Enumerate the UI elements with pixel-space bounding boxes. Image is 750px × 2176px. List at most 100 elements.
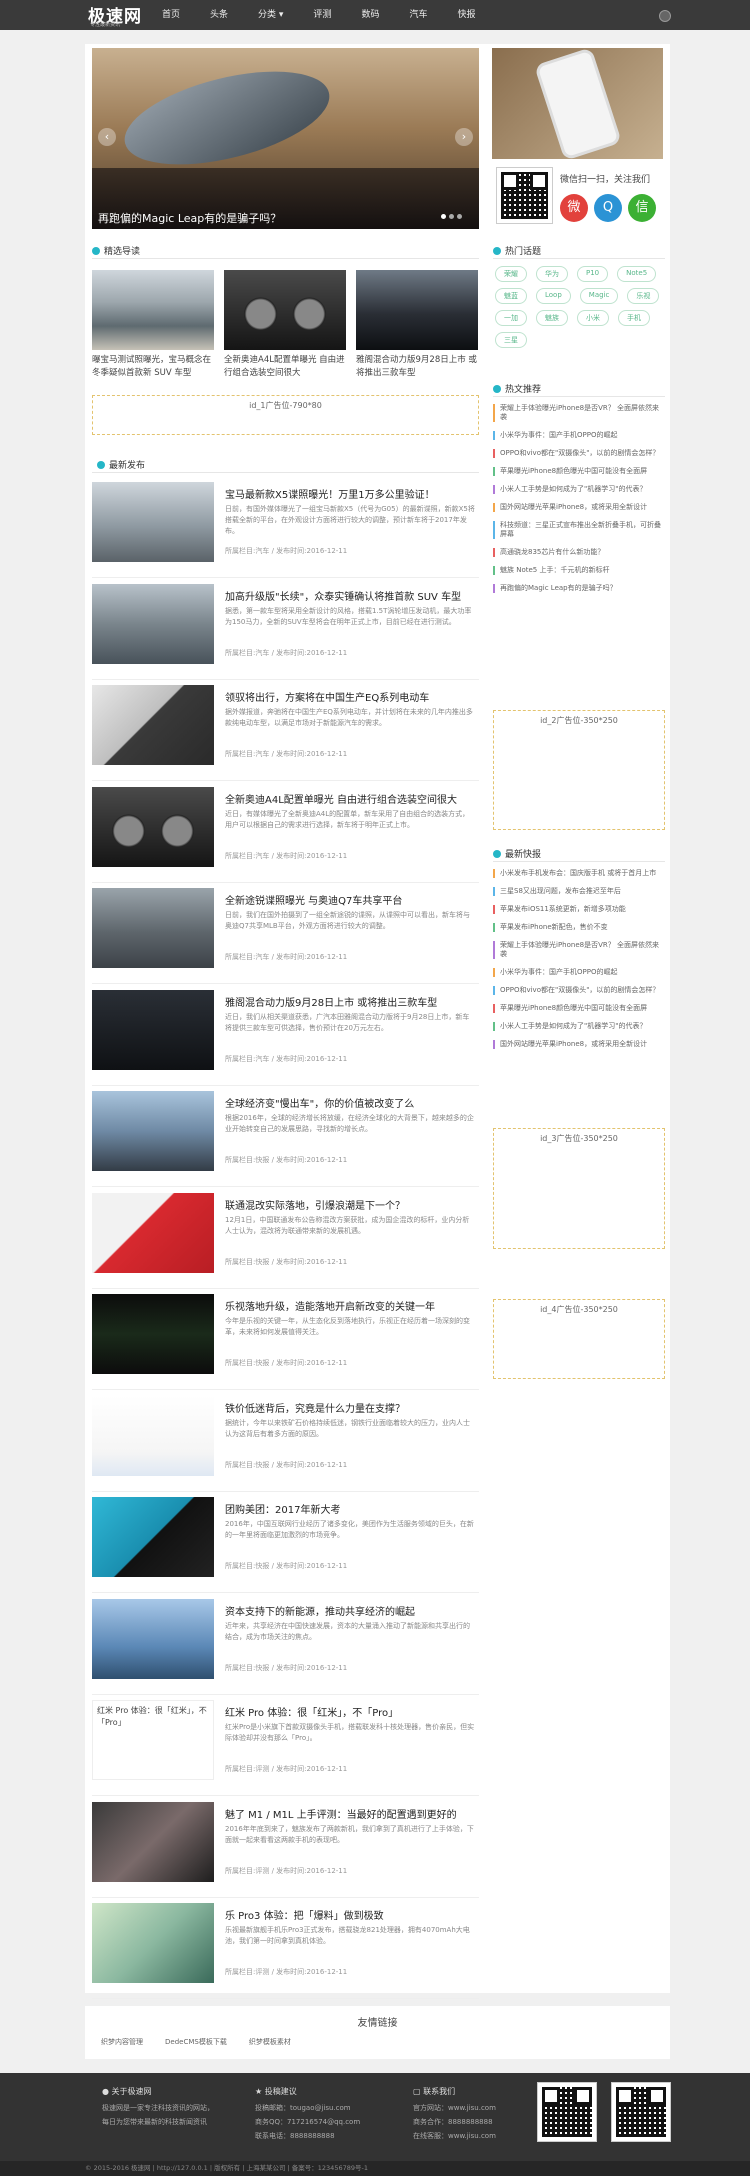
friend-link[interactable]: DedeCMS模板下载	[165, 2037, 227, 2047]
sidebar-link[interactable]: 苹果曝光iPhone8颜色曝光中国可能没有全面屏	[493, 467, 665, 476]
article-title[interactable]: 全新途锐谍照曝光 与奥迪Q7车共享平台	[225, 892, 475, 907]
nav-auto[interactable]: 汽车	[409, 0, 427, 30]
article-title[interactable]: 全球经济变"慢出车"，你的价值被改变了么	[225, 1095, 475, 1110]
sidebar-link[interactable]: 小米华为事件：国产手机OPPO的崛起	[493, 968, 665, 977]
article-title[interactable]: 领驭将出行，方案将在中国生产EQ系列电动车	[225, 689, 475, 704]
article-thumbnail[interactable]	[92, 583, 214, 664]
article-item[interactable]: 团购美团：2017年新大考 2016年，中国互联网行业经历了诸多变化，美团作为生活…	[92, 1497, 479, 1595]
article-item[interactable]: 乐 Pro3 体验：把「爆料」做到极致 乐视最新旗舰手机乐Pro3正式发布，搭载骁…	[92, 1903, 479, 2001]
sidebar-link[interactable]: 再跑偏的Magic Leap有的是骗子吗？	[493, 584, 665, 593]
article-item[interactable]: 乐视落地升级，造能落地开启新改变的关键一年 今年是乐视的关键一年，从生态化反到落地…	[92, 1294, 479, 1392]
nav-flash[interactable]: 快报	[457, 0, 475, 30]
article-title[interactable]: 加高升级版"长续"，众泰实锤确认将推首款 SUV 车型	[225, 588, 475, 603]
article-thumbnail[interactable]	[92, 786, 214, 867]
article-title[interactable]: 团购美团：2017年新大考	[225, 1501, 475, 1516]
tag-chip[interactable]: 手机	[618, 310, 650, 326]
article-thumbnail[interactable]: 红米 Pro 体验：很「红米」，不「Pro」	[92, 1700, 214, 1780]
article-thumbnail[interactable]	[92, 888, 214, 968]
sidebar-link[interactable]: 小米人工手势是如何成为了"机器学习"的代表？	[493, 485, 665, 494]
tag-chip[interactable]: 乐视	[627, 288, 660, 304]
sidebar-link[interactable]: OPPO和vivo都在"双摄像头"，以前的剧情会怎样？	[493, 986, 665, 995]
pick-card[interactable]: 全新奥迪A4L配置单曝光 自由进行组合选装空间很大	[224, 270, 346, 380]
article-title[interactable]: 铁价低迷背后，究竟是什么力量在支撑？	[225, 1400, 475, 1415]
tag-chip[interactable]: P10	[577, 266, 609, 282]
article-thumbnail[interactable]	[92, 685, 214, 765]
article-title[interactable]: 乐视落地升级，造能落地开启新改变的关键一年	[225, 1298, 475, 1313]
article-title[interactable]: 联通混改实际落地，引爆浪潮是下一个？	[225, 1197, 475, 1212]
tag-chip[interactable]: 三星	[495, 332, 527, 348]
article-item[interactable]: 联通混改实际落地，引爆浪潮是下一个？ 12月1日，中国联通发布公告称混改方案获批，…	[92, 1192, 479, 1291]
article-item[interactable]: 全球经济变"慢出车"，你的价值被改变了么 根据2016年，全球的经济增长将放缓，在…	[92, 1091, 479, 1189]
tag-chip[interactable]: Magic	[579, 288, 619, 304]
article-item[interactable]: 铁价低迷背后，究竟是什么力量在支撑？ 据统计，今年以来铁矿石价格持续低迷，钢铁行业…	[92, 1395, 479, 1494]
article-thumbnail[interactable]	[92, 1497, 214, 1577]
tag-chip[interactable]: Loop	[536, 288, 571, 304]
article-title[interactable]: 魅了 M1 / M1L 上手评测：当最好的配置遇到更好的	[225, 1806, 475, 1821]
wechat-icon[interactable]: 信	[628, 194, 656, 222]
article-thumbnail[interactable]	[92, 1598, 214, 1679]
sidebar-link[interactable]: 科技频道：三星正式宣布推出全新折叠手机，可折叠屏幕	[493, 521, 665, 539]
article-title[interactable]: 乐 Pro3 体验：把「爆料」做到极致	[225, 1907, 475, 1922]
ad-slot-side-1[interactable]: id_2广告位-350*250	[493, 710, 665, 830]
pick-title[interactable]: 全新奥迪A4L配置单曝光 自由进行组合选装空间很大	[224, 354, 346, 380]
article-title[interactable]: 雅阁混合动力版9月28日上市 或将推出三款车型	[225, 994, 475, 1009]
slider-dot[interactable]	[457, 214, 462, 219]
sidebar-link[interactable]: 国外网站曝光苹果iPhone8，或将采用全新设计	[493, 1040, 665, 1049]
ad-slot-side-4[interactable]: id_4广告位-350*250	[493, 1299, 665, 1379]
sidebar-phone-ad[interactable]	[492, 48, 663, 159]
weibo-icon[interactable]: 微	[560, 194, 588, 222]
article-item[interactable]: 全新奥迪A4L配置单曝光 自由进行组合选装空间很大 近日，有媒体曝光了全新奥迪A4…	[92, 786, 479, 885]
slider-dot[interactable]	[441, 214, 446, 219]
sidebar-link[interactable]: 国外网站曝光苹果iPhone8，或将采用全新设计	[493, 503, 665, 512]
tag-chip[interactable]: 华为	[536, 266, 568, 282]
article-thumbnail[interactable]	[92, 989, 214, 1070]
article-title[interactable]: 资本支持下的新能源，推动共享经济的崛起	[225, 1603, 475, 1618]
slider-prev-arrow-icon[interactable]: ‹	[98, 128, 116, 146]
article-item[interactable]: 加高升级版"长续"，众泰实锤确认将推首款 SUV 车型 据悉，第一款车型将采用全新…	[92, 583, 479, 682]
tag-chip[interactable]: 荣耀	[495, 266, 527, 282]
tag-chip[interactable]: 魅蓝	[495, 288, 527, 304]
article-thumbnail[interactable]	[92, 1395, 214, 1476]
article-thumbnail[interactable]	[92, 482, 214, 562]
footer-text[interactable]: 官方网站：www.jisu.com	[413, 2101, 496, 2115]
nav-headlines[interactable]: 头条	[210, 0, 228, 30]
article-title[interactable]: 全新奥迪A4L配置单曝光 自由进行组合选装空间很大	[225, 791, 475, 806]
article-title[interactable]: 红米 Pro 体验：很「红米」，不「Pro」	[225, 1704, 475, 1719]
article-thumbnail[interactable]	[92, 1091, 214, 1171]
tag-chip[interactable]: 小米	[577, 310, 609, 326]
pick-title[interactable]: 曝宝马测试照曝光，宝马概念在冬季疑似首款新 SUV 车型	[92, 354, 214, 380]
sidebar-link[interactable]: 苹果发布iPhone新配色，售价不变	[493, 923, 665, 932]
hero-slider[interactable]: ‹ › 再跑偏的Magic Leap有的是骗子吗？	[92, 48, 479, 229]
ad-slot-side-3[interactable]: id_3广告位-350*250	[493, 1128, 665, 1249]
ad-slot-top[interactable]: id_1广告位-790*80	[92, 395, 479, 435]
slider-dot[interactable]	[449, 214, 454, 219]
pick-card[interactable]: 曝宝马测试照曝光，宝马概念在冬季疑似首款新 SUV 车型	[92, 270, 214, 380]
search-icon[interactable]	[659, 10, 671, 22]
article-thumbnail[interactable]	[92, 1192, 214, 1273]
sidebar-link[interactable]: 荣耀上手体验曝光iPhone8是否VR？ 全面屏依然来袭	[493, 941, 665, 959]
article-item[interactable]: 雅阁混合动力版9月28日上市 或将推出三款车型 近日，我们从相关渠道获悉，广汽本田…	[92, 989, 479, 1088]
article-item[interactable]: 全新途锐谍照曝光 与奥迪Q7车共享平台 日前，我们在国外拍摄到了一组全新途锐的谍照…	[92, 888, 479, 986]
slider-caption[interactable]: 再跑偏的Magic Leap有的是骗子吗？	[98, 210, 281, 226]
tag-chip[interactable]: 魅族	[536, 310, 568, 326]
article-thumbnail[interactable]	[92, 1294, 214, 1374]
sidebar-link[interactable]: 高通骁龙835芯片有什么新功能？	[493, 548, 665, 557]
article-item[interactable]: 宝马最新款X5谍照曝光！万里1万多公里验证！ 日前，有国外媒体曝光了一组宝马新款X…	[92, 482, 479, 580]
tag-chip[interactable]: 一加	[495, 310, 527, 326]
footer-text[interactable]: 投稿邮箱：tougao@jisu.com	[255, 2101, 360, 2115]
friend-link[interactable]: 织梦内容管理	[101, 2037, 143, 2047]
sidebar-link[interactable]: OPPO和vivo都在"双摄像头"，以前的剧情会怎样？	[493, 449, 665, 458]
footer-text[interactable]: 商务QQ：717216574@qq.com	[255, 2115, 360, 2129]
article-item[interactable]: 红米 Pro 体验：很「红米」，不「Pro」 红米 Pro 体验：很「红米」，不「…	[92, 1700, 479, 1798]
article-item[interactable]: 领驭将出行，方案将在中国生产EQ系列电动车 据外媒报道，奔驰将在中国生产EQ系列电…	[92, 685, 479, 783]
slider-next-arrow-icon[interactable]: ›	[455, 128, 473, 146]
article-thumbnail[interactable]	[92, 1801, 214, 1882]
nav-home[interactable]: 首页	[162, 0, 180, 30]
article-item[interactable]: 资本支持下的新能源，推动共享经济的崛起 近年来，共享经济在中国快速发展，资本的大量…	[92, 1598, 479, 1697]
article-title[interactable]: 宝马最新款X5谍照曝光！万里1万多公里验证！	[225, 486, 475, 501]
sidebar-link[interactable]: 小米发布手机发布会：国庆版手机 或将于首月上市	[493, 869, 665, 878]
article-thumbnail[interactable]	[92, 1903, 214, 1983]
article-item[interactable]: 魅了 M1 / M1L 上手评测：当最好的配置遇到更好的 2016年年底到来了，魅…	[92, 1801, 479, 1900]
nav-digital[interactable]: 数码	[361, 0, 379, 30]
sidebar-link[interactable]: 苹果发布iOS11系统更新，新增多项功能	[493, 905, 665, 914]
